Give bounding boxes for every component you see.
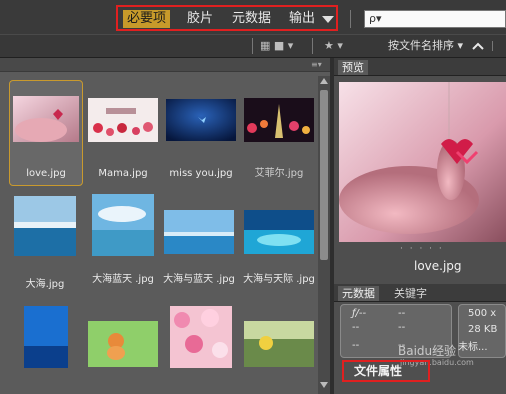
tab-preview[interactable]: 预览 bbox=[338, 60, 368, 75]
thumbnail-view-icon[interactable]: ▦ ■ ▾ bbox=[260, 39, 293, 53]
thumbnail-label: Mama.jpg bbox=[98, 168, 148, 179]
thumbnail-image-sea[interactable] bbox=[14, 196, 76, 256]
thumbnail-image-mama[interactable] bbox=[88, 98, 158, 142]
workspace-menu-arrow-icon[interactable] bbox=[322, 16, 334, 23]
dimensions-value: 500 x bbox=[468, 308, 497, 319]
scrollbar-thumb[interactable] bbox=[320, 90, 328, 260]
thumbnail-label: 大海.jpg bbox=[25, 279, 65, 290]
thumbnail-image-dandelion[interactable] bbox=[244, 321, 314, 367]
shutter-value: -- bbox=[398, 308, 406, 319]
thumbnail-label: miss you.jpg bbox=[169, 168, 233, 179]
thumbnail-image-sea-and-sky[interactable] bbox=[164, 210, 234, 254]
toolbar-divider bbox=[492, 41, 493, 51]
workspace-tab-filmstrip[interactable]: 胶片 bbox=[187, 10, 213, 28]
star-filter-icon[interactable]: ★ ▾ bbox=[324, 39, 343, 53]
content-panel-header bbox=[0, 58, 330, 72]
aperture-value: ƒ/-- bbox=[352, 308, 367, 319]
scroll-down-icon[interactable] bbox=[320, 382, 328, 388]
thumbnail-image-bear[interactable] bbox=[88, 321, 158, 367]
preview-caption: love.jpg bbox=[414, 259, 462, 273]
label-value: 未标... bbox=[458, 342, 488, 353]
toolbar-divider bbox=[252, 38, 253, 54]
thumbnail-label: love.jpg bbox=[26, 168, 66, 179]
sort-dropdown[interactable]: 按文件名排序 ▾ bbox=[388, 39, 463, 53]
bridge-window: 必要项 胶片 元数据 输出 ρ▾ ▦ ■ ▾ ★ ▾ 按文件名排序 ▾ ≡▾ l… bbox=[0, 0, 506, 394]
search-icon: ρ▾ bbox=[369, 12, 382, 25]
thumbnail-image-eiffel[interactable] bbox=[244, 98, 314, 142]
panel-menu-icon[interactable]: ≡▾ bbox=[311, 60, 322, 69]
thumbnail-image-flowers[interactable] bbox=[170, 306, 232, 368]
watermark-text: Baidu经验 bbox=[398, 344, 457, 358]
thumbnail-label: 大海蓝天 .jpg bbox=[92, 274, 154, 285]
filesize-value: 28 KB bbox=[468, 324, 498, 335]
thumbnail-label: 大海与天际 .jpg bbox=[243, 274, 315, 285]
tab-metadata[interactable]: 元数据 bbox=[338, 286, 379, 301]
search-input[interactable]: ρ▾ bbox=[364, 10, 506, 28]
workspace-tab-metadata[interactable]: 元数据 bbox=[232, 10, 271, 28]
preview-image bbox=[339, 82, 506, 242]
toolbar-divider bbox=[350, 10, 351, 28]
thumbnail-label: 大海与蓝天 .jpg bbox=[163, 274, 235, 285]
tab-keywords[interactable]: 关键字 bbox=[390, 286, 431, 301]
thumbnail-image-sea-and-horizon[interactable] bbox=[244, 210, 314, 254]
iso-value: -- bbox=[398, 322, 406, 333]
scroll-up-icon[interactable] bbox=[320, 78, 328, 84]
exposure-value: -- bbox=[352, 322, 360, 333]
sort-ascending-icon bbox=[472, 42, 484, 50]
workspace-tab-output[interactable]: 输出 bbox=[289, 10, 315, 28]
toolbar-divider bbox=[312, 38, 313, 54]
workspace-tab-essentials[interactable]: 必要项 bbox=[123, 10, 171, 28]
file-properties-section[interactable]: 文件属性 bbox=[354, 364, 402, 378]
preview-page-dots: · · · · · bbox=[400, 244, 444, 254]
thumbnail-label: 艾菲尔.jpg bbox=[254, 168, 304, 179]
sort-order-icons[interactable] bbox=[470, 39, 504, 53]
thumbnail-image-underwater[interactable] bbox=[24, 306, 68, 368]
thumbnail-image-love[interactable] bbox=[13, 96, 79, 142]
thumbnail-image-sea-blue-sky[interactable] bbox=[92, 194, 154, 256]
thumbnail-image-miss-you[interactable] bbox=[166, 99, 236, 141]
focal-value: -- bbox=[352, 340, 360, 351]
